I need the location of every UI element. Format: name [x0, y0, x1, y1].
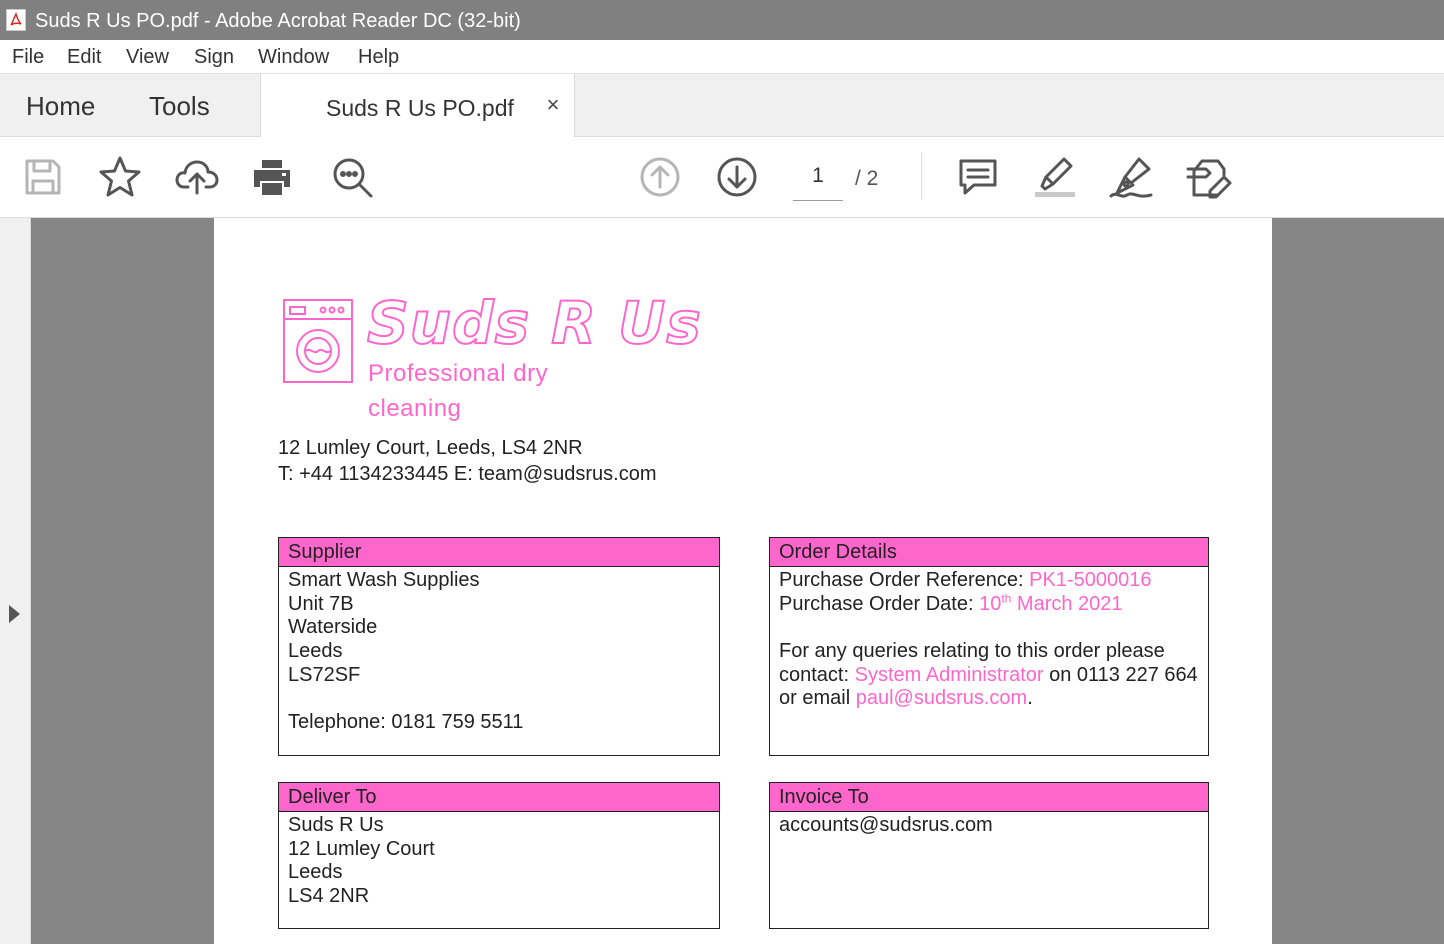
window-title: Suds R Us PO.pdf - Adobe Acrobat Reader … — [35, 10, 521, 32]
page-up-icon[interactable] — [636, 153, 684, 201]
menu-edit[interactable]: Edit — [67, 46, 101, 68]
supplier-telephone: Telephone: 0181 759 5511 — [288, 711, 524, 734]
deliver-to-box: Deliver To Suds R Us 12 Lumley Court Lee… — [278, 782, 720, 929]
contact-email-link[interactable]: paul@sudsrus.com — [856, 687, 1027, 709]
star-icon[interactable] — [96, 153, 144, 201]
company-contact: T: +44 1134233445 E: team@sudsrus.com — [278, 463, 657, 485]
supplier-address-line: Leeds — [288, 640, 343, 663]
query-text: For any queries relating to this order p… — [779, 640, 1165, 663]
fill-sign-icon[interactable] — [1184, 153, 1232, 201]
tab-bar: Home Tools Suds R Us PO.pdf × — [0, 74, 1444, 138]
expand-panel-arrow-icon[interactable] — [9, 605, 20, 623]
comment-icon[interactable] — [954, 153, 1002, 201]
contact-name: System Administrator — [854, 663, 1044, 686]
highlight-icon[interactable] — [1031, 153, 1079, 201]
brand-name: Suds R Us — [366, 289, 702, 357]
deliver-to-heading: Deliver To — [279, 783, 719, 812]
menu-window[interactable]: Window — [258, 46, 329, 68]
toolbar-divider — [921, 152, 922, 200]
deliver-to-address-line: 12 Lumley Court — [288, 837, 435, 860]
tab-tools[interactable]: Tools — [149, 91, 210, 121]
menu-sign[interactable]: Sign — [194, 46, 234, 68]
tab-document-label: Suds R Us PO.pdf — [326, 95, 514, 121]
supplier-name: Smart Wash Supplies — [288, 569, 480, 591]
po-reference-label: Purchase Order Reference: — [779, 569, 1030, 591]
po-date-line: Purchase Order Date: 10th March 2021 — [779, 591, 1199, 617]
tab-document[interactable]: Suds R Us PO.pdf × — [260, 74, 575, 138]
deliver-to-postcode: LS4 2NR — [288, 885, 370, 908]
invoice-to-heading: Invoice To — [770, 783, 1208, 812]
print-icon[interactable] — [248, 153, 296, 201]
left-panel-rail — [0, 218, 31, 944]
brand-tagline: Professional dry cleaning — [368, 360, 549, 422]
document-area: Suds R Us Professional dry cleaning 12 L… — [0, 218, 1444, 944]
page-number-input[interactable]: 1 — [793, 163, 843, 201]
zoom-search-icon[interactable] — [328, 153, 376, 201]
po-date-value: 10th March 2021 — [979, 591, 1123, 615]
invoice-email: accounts@sudsrus.com — [779, 814, 993, 836]
washing-machine-icon — [283, 299, 353, 383]
contact-phone: on 0113 227 664 — [1043, 663, 1198, 686]
title-bar: Suds R Us PO.pdf - Adobe Acrobat Reader … — [0, 0, 1444, 40]
po-reference-value: PK1-5000016 — [1029, 569, 1152, 591]
pdf-page: Suds R Us Professional dry cleaning 12 L… — [214, 218, 1272, 944]
menu-help[interactable]: Help — [358, 46, 399, 68]
page-total: / 2 — [855, 167, 879, 190]
deliver-to-name: Suds R Us — [288, 814, 384, 836]
page-down-icon[interactable] — [713, 153, 761, 201]
order-details-box: Order Details Purchase Order Reference: … — [769, 537, 1209, 756]
save-icon[interactable] — [19, 153, 67, 201]
invoice-to-box: Invoice To accounts@sudsrus.com — [769, 782, 1209, 929]
order-details-heading: Order Details — [770, 538, 1208, 567]
supplier-address-line: Unit 7B — [288, 592, 354, 615]
menu-bar: File Edit View Sign Window Help — [0, 40, 1444, 74]
tab-home[interactable]: Home — [26, 91, 95, 121]
menu-file[interactable]: File — [12, 46, 44, 68]
supplier-heading: Supplier — [279, 538, 719, 567]
toolbar: 1 / 2 — [0, 137, 1444, 218]
acrobat-pdf-icon — [6, 9, 26, 31]
company-address: 12 Lumley Court, Leeds, LS4 2NR — [278, 437, 583, 459]
supplier-box: Supplier Smart Wash Supplies Unit 7B Wat… — [278, 537, 720, 756]
sign-pen-icon[interactable] — [1107, 153, 1155, 201]
menu-view[interactable]: View — [126, 46, 169, 68]
po-date-label: Purchase Order Date: — [779, 592, 980, 615]
deliver-to-address-line: Leeds — [288, 861, 343, 884]
query-email-line: or email paul@sudsrus.com. — [779, 687, 1033, 710]
cloud-upload-icon[interactable] — [173, 153, 221, 201]
close-tab-button[interactable]: × — [544, 93, 562, 117]
po-reference-line: Purchase Order Reference: PK1-5000016 — [779, 569, 1199, 593]
query-contact-line: contact: System Administrator on 0113 22… — [779, 663, 1198, 686]
supplier-address-line: Waterside — [288, 616, 378, 639]
supplier-postcode: LS72SF — [288, 663, 361, 686]
